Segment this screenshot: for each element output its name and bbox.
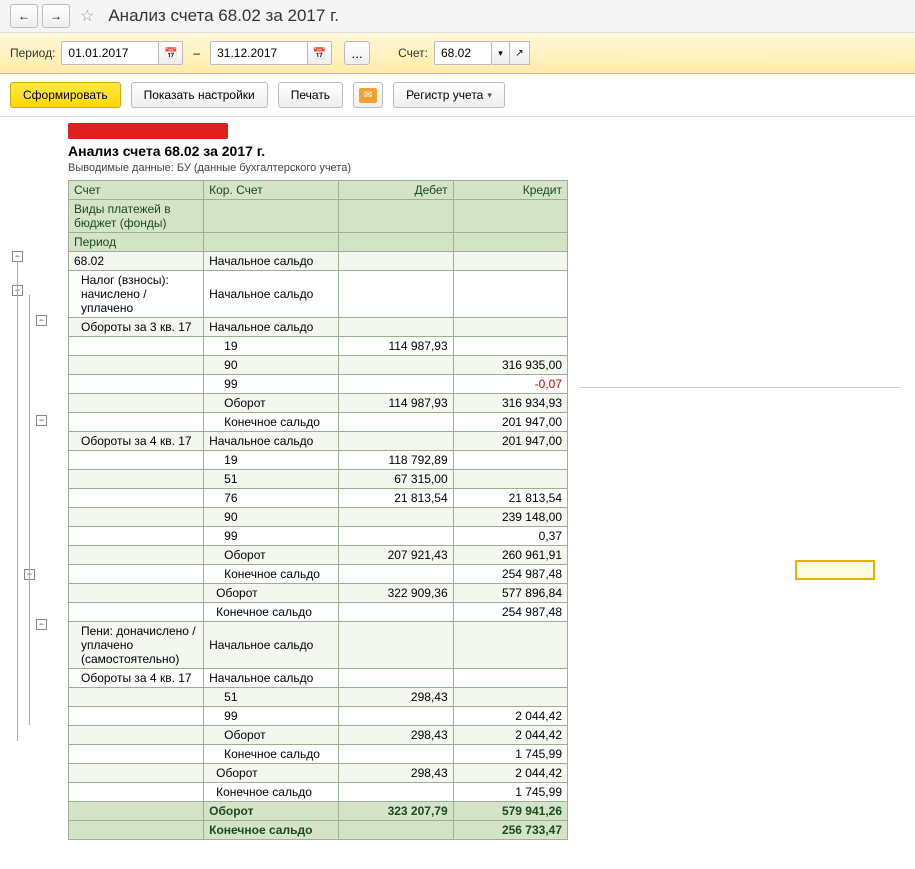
period-picker-button[interactable]: ...: [344, 41, 370, 65]
total-row: Оборот323 207,79579 941,26: [69, 802, 568, 821]
report-subtitle: Выводимые данные: БУ (данные бухгалтерск…: [68, 162, 905, 174]
redacted-org-name: [68, 123, 228, 139]
report-title: Анализ счета 68.02 за 2017 г.: [68, 143, 905, 159]
col-debit-header: Дебет: [339, 181, 453, 200]
account-dropdown-button[interactable]: ▾: [492, 41, 510, 65]
star-icon[interactable]: ☆: [80, 6, 94, 26]
date-from-input[interactable]: [61, 41, 159, 65]
table-row[interactable]: Обороты за 3 кв. 17Начальное сальдо: [69, 318, 568, 337]
table-row[interactable]: Оборот207 921,43260 961,91: [69, 546, 568, 565]
table-row[interactable]: Оборот298,432 044,42: [69, 764, 568, 783]
table-row[interactable]: 19114 987,93: [69, 337, 568, 356]
table-row[interactable]: 99-0,07: [69, 375, 568, 394]
table-row[interactable]: 992 044,42: [69, 707, 568, 726]
calendar-to-button[interactable]: 📅: [308, 41, 332, 65]
period-label: Период:: [10, 46, 55, 60]
form-button[interactable]: Сформировать: [10, 82, 121, 108]
report-table: Счет Кор. Счет Дебет Кредит Виды платеже…: [68, 180, 568, 840]
page-title: Анализ счета 68.02 за 2017 г.: [108, 6, 339, 26]
table-row[interactable]: 51298,43: [69, 688, 568, 707]
account-input[interactable]: [434, 41, 492, 65]
mail-icon: ✉: [359, 88, 377, 103]
divider: [580, 387, 900, 388]
table-row[interactable]: Налог (взносы): начислено / уплаченоНача…: [69, 271, 568, 318]
table-row[interactable]: Конечное сальдо254 987,48: [69, 603, 568, 622]
total-row: Конечное сальдо256 733,47: [69, 821, 568, 840]
table-row[interactable]: Оборот322 909,36577 896,84: [69, 584, 568, 603]
table-row[interactable]: Конечное сальдо254 987,48: [69, 565, 568, 584]
table-row[interactable]: Оборот298,432 044,42: [69, 726, 568, 745]
period-dash: –: [193, 46, 200, 60]
table-row[interactable]: Обороты за 4 кв. 17Начальное сальдо: [69, 669, 568, 688]
subhdr-period: Период: [69, 233, 204, 252]
table-row[interactable]: 7621 813,5421 813,54: [69, 489, 568, 508]
table-row[interactable]: Пени: доначислено / уплачено (самостояте…: [69, 622, 568, 669]
table-row[interactable]: Конечное сальдо1 745,99: [69, 783, 568, 802]
table-row[interactable]: Оборот114 987,93316 934,93: [69, 394, 568, 413]
tree-gutter: − − − − − −: [12, 123, 68, 840]
date-to-input[interactable]: [210, 41, 308, 65]
selected-cell-marker: [795, 560, 875, 580]
back-button[interactable]: ←: [10, 4, 38, 28]
col-account-header: Счет: [69, 181, 204, 200]
filter-bar: Период: 📅 – 📅 ... Счет: ▾ ↗: [0, 33, 915, 74]
account-label: Счет:: [398, 46, 428, 60]
tree-toggle[interactable]: −: [36, 415, 47, 426]
calendar-icon: 📅: [164, 47, 178, 60]
col-kor-header: Кор. Счет: [204, 181, 339, 200]
table-row[interactable]: 90316 935,00: [69, 356, 568, 375]
calendar-from-button[interactable]: 📅: [159, 41, 183, 65]
print-button[interactable]: Печать: [278, 82, 343, 108]
table-row[interactable]: Конечное сальдо1 745,99: [69, 745, 568, 764]
chevron-down-icon: ▾: [487, 90, 492, 101]
subhdr-types: Виды платежей в бюджет (фонды): [69, 200, 204, 233]
calendar-icon: 📅: [313, 47, 327, 60]
tree-toggle[interactable]: −: [36, 315, 47, 326]
table-row[interactable]: 68.02Начальное сальдо: [69, 252, 568, 271]
arrow-left-icon: ←: [18, 9, 30, 23]
forward-button[interactable]: →: [42, 4, 70, 28]
report-area: − − − − − − Анализ счета 68.02 за 2017 г…: [0, 117, 915, 850]
table-row[interactable]: 19118 792,89: [69, 451, 568, 470]
account-open-button[interactable]: ↗: [510, 41, 530, 65]
mail-button[interactable]: ✉: [353, 82, 383, 108]
top-toolbar: ← → ☆ Анализ счета 68.02 за 2017 г.: [0, 0, 915, 33]
col-credit-header: Кредит: [453, 181, 567, 200]
table-row[interactable]: Обороты за 4 кв. 17Начальное сальдо201 9…: [69, 432, 568, 451]
table-row[interactable]: 5167 315,00: [69, 470, 568, 489]
table-row[interactable]: 990,37: [69, 527, 568, 546]
table-row[interactable]: 90239 148,00: [69, 508, 568, 527]
tree-toggle[interactable]: −: [36, 619, 47, 630]
arrow-right-icon: →: [50, 9, 62, 23]
action-bar: Сформировать Показать настройки Печать ✉…: [0, 74, 915, 117]
register-button[interactable]: Регистр учета ▾: [393, 82, 505, 108]
show-settings-button[interactable]: Показать настройки: [131, 82, 268, 108]
table-row[interactable]: Конечное сальдо201 947,00: [69, 413, 568, 432]
